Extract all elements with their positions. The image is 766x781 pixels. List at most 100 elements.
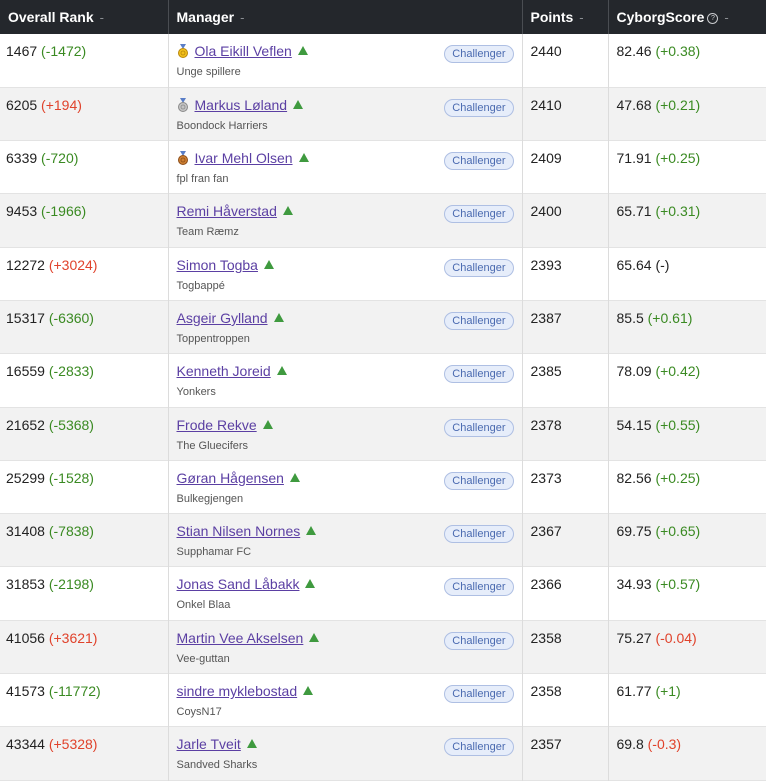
manager-link[interactable]: Frode Rekve — [177, 417, 257, 433]
challenger-badge[interactable]: Challenger — [444, 98, 514, 117]
rank-change: (-6360) — [48, 309, 94, 326]
cyborgscore-change: (-0.04) — [655, 629, 697, 646]
points-cell: 2440 — [522, 34, 609, 88]
team-name: CoysN17 — [176, 706, 222, 719]
cyborgscore-cell: 34.93 (+0.57) — [608, 567, 766, 620]
manager-link[interactable]: Jarle Tveit — [177, 736, 241, 752]
cyborgscore-change: (+0.21) — [655, 96, 701, 113]
cyborgscore-value: 82.56 — [616, 469, 652, 486]
challenger-badge[interactable]: Challenger — [444, 258, 514, 277]
manager-link[interactable]: Gøran Hågensen — [177, 470, 284, 486]
silver-medal-icon — [177, 97, 189, 112]
trend-up-icon — [262, 419, 273, 429]
column-header-cyborgscore[interactable]: CyborgScore? - — [608, 0, 766, 34]
manager-link[interactable]: Markus Løland — [195, 97, 288, 113]
manager-link[interactable]: sindre myklebostad — [177, 683, 298, 699]
challenger-badge[interactable]: Challenger — [444, 418, 514, 437]
trend-up-icon — [276, 366, 287, 376]
manager-link[interactable]: Kenneth Joreid — [177, 363, 271, 379]
manager-link[interactable]: Ivar Mehl Olsen — [195, 150, 293, 166]
rank-change: (-5368) — [48, 416, 94, 433]
points-cell: 2385 — [522, 353, 609, 408]
column-header-label: Manager — [176, 9, 235, 25]
rank-cell: 31853 (-2198) — [0, 566, 169, 621]
rank-change: (-1472) — [41, 43, 87, 59]
trend-up-icon — [282, 206, 293, 216]
challenger-badge[interactable]: Challenger — [444, 205, 514, 224]
cyborgscore-cell: 54.15 (+0.55) — [608, 407, 766, 460]
table-header-row: Overall Rank - Manager - Points - CyborgSco… — [0, 0, 766, 34]
challenger-badge[interactable]: Challenger — [444, 471, 514, 490]
cyborgscore-change: (+0.25) — [655, 150, 701, 167]
rank-cell: 43344 (+5328) — [0, 726, 169, 781]
cyborgscore-value: 47.68 — [616, 96, 652, 113]
rank-cell: 41573 (-11772) — [0, 673, 169, 727]
cyborgscore-value: 34.93 — [616, 576, 652, 593]
table-row: 6205 (+194) Markus Løland Boondock Harrier… — [0, 87, 766, 141]
points-value: 2357 — [530, 736, 562, 753]
points-value: 2378 — [530, 416, 562, 433]
bronze-medal-icon — [177, 151, 189, 166]
cyborgscore-value: 69.75 — [616, 523, 652, 540]
challenger-badge[interactable]: Challenger — [444, 152, 514, 171]
trend-up-icon — [305, 579, 316, 589]
manager-cell: Remi Håverstad Team Ræmz Challenger — [168, 193, 523, 248]
manager-cell: Simon Togba Togbappé Challenger — [168, 247, 523, 301]
manager-link[interactable]: Martin Vee Akselsen — [177, 630, 304, 646]
cyborgscore-change: (+0.31) — [655, 203, 701, 220]
cyborgscore-change: (+0.61) — [647, 309, 693, 326]
manager-link[interactable]: Jonas Sand Låbakk — [177, 576, 300, 592]
cyborgscore-cell: 69.8 (-0.3) — [608, 727, 766, 780]
manager-cell: Martin Vee Akselsen Vee-guttan Challenger — [168, 620, 523, 674]
table-row: 21652 (-5368) Frode Rekve The Gluecifers Ch… — [0, 407, 766, 461]
rank-change: (-2833) — [48, 363, 94, 380]
team-name: Bulkegjengen — [176, 492, 244, 505]
team-name: Supphamar FC — [176, 546, 252, 559]
challenger-badge[interactable]: Challenger — [444, 685, 514, 704]
points-cell: 2400 — [522, 193, 609, 248]
points-cell: 2367 — [522, 513, 609, 567]
sort-icon[interactable]: - — [100, 10, 104, 25]
column-header-manager[interactable]: Manager - — [168, 0, 523, 34]
manager-cell: Gøran Hågensen Bulkegjengen Challenger — [168, 460, 523, 514]
sort-icon[interactable]: - — [724, 10, 728, 25]
challenger-badge[interactable]: Challenger — [444, 45, 514, 63]
team-name: The Gluecifers — [176, 439, 249, 452]
challenger-badge[interactable]: Challenger — [444, 738, 514, 757]
points-cell: 2358 — [522, 620, 609, 674]
points-value: 2367 — [530, 523, 562, 540]
table-row: 1467 (-1472) Ola Eikill Veflen Unge spille… — [0, 34, 766, 88]
manager-link[interactable]: Remi Håverstad — [177, 203, 277, 219]
sort-icon[interactable]: - — [240, 10, 244, 25]
points-cell: 2393 — [522, 247, 609, 301]
sort-icon[interactable]: - — [579, 10, 583, 25]
team-name: Toppentroppen — [176, 332, 250, 345]
points-value: 2440 — [530, 43, 562, 59]
challenger-badge[interactable]: Challenger — [444, 631, 514, 650]
manager-link[interactable]: Asgeir Gylland — [177, 310, 268, 326]
column-header-rank[interactable]: Overall Rank - — [0, 0, 169, 34]
gold-medal-icon — [177, 44, 189, 58]
manager-cell: Asgeir Gylland Toppentroppen Challenger — [168, 300, 523, 354]
manager-link[interactable]: Ola Eikill Veflen — [195, 43, 292, 59]
challenger-badge[interactable]: Challenger — [444, 578, 514, 597]
challenger-badge[interactable]: Challenger — [444, 525, 514, 544]
overall-rank: 6339 — [6, 150, 38, 167]
cyborgscore-value: 75.27 — [616, 629, 652, 646]
cyborgscore-cell: 78.09 (+0.42) — [608, 354, 766, 407]
overall-rank: 16559 — [6, 363, 45, 380]
table-row: 25299 (-1528) Gøran Hågensen Bulkegjengen C… — [0, 460, 766, 514]
challenger-badge[interactable]: Challenger — [444, 311, 514, 330]
manager-link[interactable]: Simon Togba — [177, 257, 258, 273]
rank-change: (+194) — [41, 96, 82, 113]
manager-cell: Frode Rekve The Gluecifers Challenger — [168, 407, 523, 461]
question-circle-icon[interactable]: ? — [707, 13, 719, 24]
rank-cell: 12272 (+3024) — [0, 247, 169, 301]
trend-up-icon — [273, 312, 284, 322]
points-value: 2358 — [530, 629, 562, 646]
overall-rank: 1467 — [6, 43, 38, 59]
challenger-badge[interactable]: Challenger — [444, 365, 514, 384]
manager-link[interactable]: Stian Nilsen Nornes — [177, 523, 301, 539]
column-header-points[interactable]: Points - — [522, 0, 609, 34]
manager-cell: Ivar Mehl Olsen fpl fran fan Challenger — [168, 140, 523, 194]
